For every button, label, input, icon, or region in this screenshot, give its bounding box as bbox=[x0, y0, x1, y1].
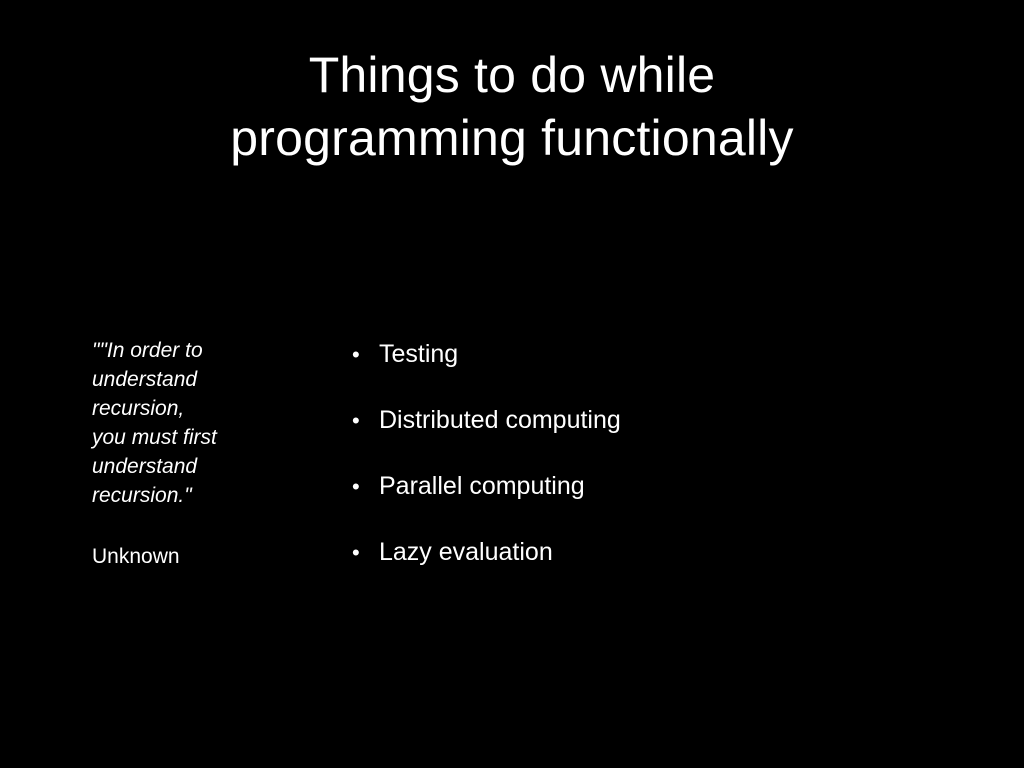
slide-title: Things to do while programming functiona… bbox=[0, 44, 1024, 170]
quote-line-6: recursion." bbox=[92, 484, 192, 507]
bullet-item: • Parallel computing bbox=[352, 470, 621, 536]
quote-author: Unknown bbox=[92, 545, 180, 568]
bullet-label: Distributed computing bbox=[379, 406, 621, 434]
bullet-dot-icon: • bbox=[352, 342, 360, 367]
bullet-item: • Lazy evaluation bbox=[352, 536, 621, 602]
bullet-dot-icon: • bbox=[352, 474, 360, 499]
quote-line-1: ""In order to bbox=[92, 339, 203, 362]
bullet-dot-icon: • bbox=[352, 540, 360, 565]
quote-line-3: recursion, bbox=[92, 397, 185, 420]
quote-line-4: you must first bbox=[92, 426, 217, 449]
quote-text: ""In order to understand recursion, you … bbox=[92, 336, 312, 510]
bullet-label: Testing bbox=[379, 340, 459, 368]
bullet-list: • Testing • Distributed computing • Para… bbox=[352, 338, 621, 602]
quote-line-5: understand bbox=[92, 455, 198, 478]
slide: Things to do while programming functiona… bbox=[0, 0, 1024, 768]
slide-title-line-2: programming functionally bbox=[230, 110, 794, 166]
bullet-label: Lazy evaluation bbox=[379, 538, 553, 566]
bullet-item: • Distributed computing bbox=[352, 404, 621, 470]
quote-line-2: understand bbox=[92, 368, 198, 391]
bullet-dot-icon: • bbox=[352, 408, 360, 433]
bullet-label: Parallel computing bbox=[379, 472, 585, 500]
slide-title-line-1: Things to do while bbox=[308, 47, 716, 103]
quote-block: ""In order to understand recursion, you … bbox=[92, 336, 312, 571]
bullet-item: • Testing bbox=[352, 338, 621, 404]
